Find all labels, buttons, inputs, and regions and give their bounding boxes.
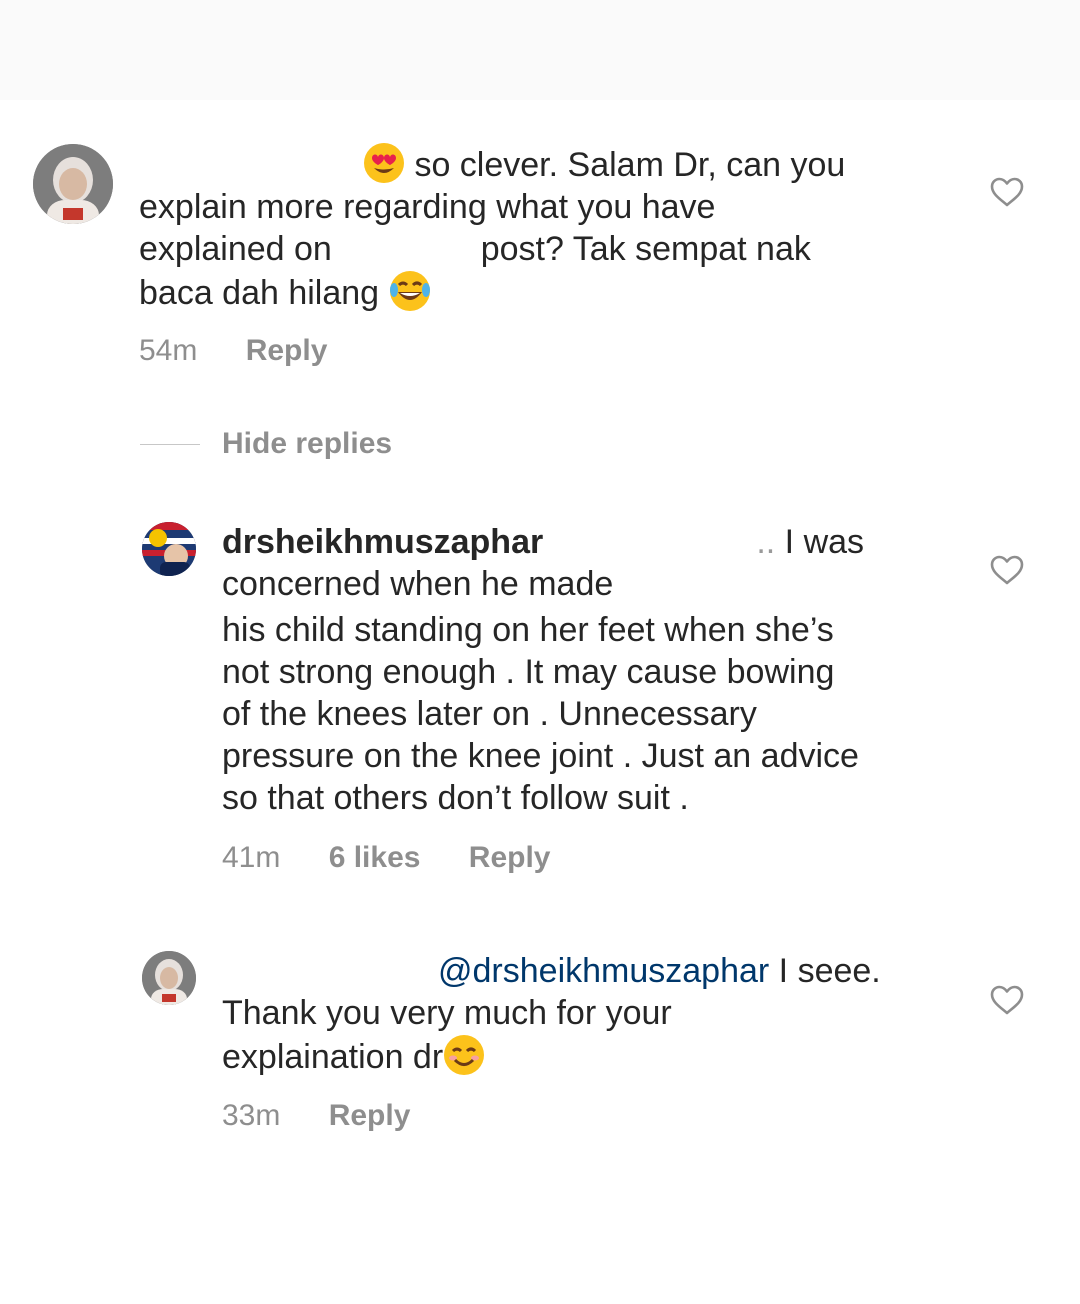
comment-text: @drsheikhmuszaphar I seee. Thank you ver… — [222, 950, 982, 1078]
avatar[interactable] — [142, 522, 196, 576]
reply-button[interactable]: Reply — [469, 841, 551, 874]
comment-text-line: so that others don’t follow suit . — [222, 779, 689, 817]
comment-text-line: post? Tak sempat nak — [480, 230, 811, 268]
comment-text: so clever. Salam Dr, can you explain mor… — [139, 142, 939, 314]
comment-text: drsheikhmuszaphar.. I was concerned when… — [222, 523, 865, 603]
comment-text-line: not strong enough . It may cause bowing — [222, 653, 835, 691]
smiling-emoji — [443, 1034, 485, 1076]
comment-text-line: explain more regarding what you have — [139, 188, 716, 226]
comment-text-line: of the knees later on . Unnecessary — [222, 695, 757, 733]
comment-meta: 54m Reply — [139, 334, 367, 368]
comment-text-line: baca dah hilang — [139, 274, 380, 312]
comment-timestamp: 54m — [139, 334, 198, 367]
comment-username[interactable]: drsheikhmuszaphar — [222, 523, 543, 561]
reply-button[interactable]: Reply — [329, 1099, 411, 1132]
comment-text: his child standing on her feet when she’… — [222, 609, 982, 819]
comment-text-line: pressure on the knee joint . Just an adv… — [222, 737, 859, 775]
like-heart-icon[interactable] — [990, 555, 1024, 585]
comment-timestamp: 41m — [222, 841, 281, 874]
like-heart-icon[interactable] — [990, 177, 1024, 207]
comment-mention[interactable]: @drsheikhmuszaphar — [438, 952, 769, 990]
divider-line — [140, 443, 200, 445]
comment-text-line: explaination dr — [222, 1038, 444, 1076]
comment-text-line: Thank you very much for your — [222, 994, 672, 1032]
comment-text-line: I was — [784, 523, 865, 561]
hide-replies-toggle[interactable]: Hide replies — [140, 424, 392, 464]
comment-meta: 41m 6 likes Reply — [222, 841, 591, 875]
comment-text-line: I seee. — [778, 952, 881, 990]
heart-eyes-emoji — [363, 142, 405, 184]
comment-text-line: explained on — [139, 230, 332, 268]
like-heart-icon[interactable] — [990, 985, 1024, 1015]
comment-text-line: his child standing on her feet when she’… — [222, 611, 834, 649]
comment-meta: 33m Reply — [222, 1099, 450, 1133]
avatar[interactable] — [33, 144, 113, 224]
comment-text-line: so clever. Salam Dr, can you — [414, 146, 846, 184]
top-band — [0, 0, 1080, 100]
likes-count-link[interactable]: 6 likes — [329, 841, 421, 874]
avatar[interactable] — [142, 951, 196, 1005]
tears-of-joy-emoji — [389, 270, 431, 312]
comment-text-line: concerned when he made — [222, 565, 614, 603]
reply-button[interactable]: Reply — [246, 334, 328, 367]
comment-timestamp: 33m — [222, 1099, 281, 1132]
hide-replies-label: Hide replies — [222, 427, 393, 460]
